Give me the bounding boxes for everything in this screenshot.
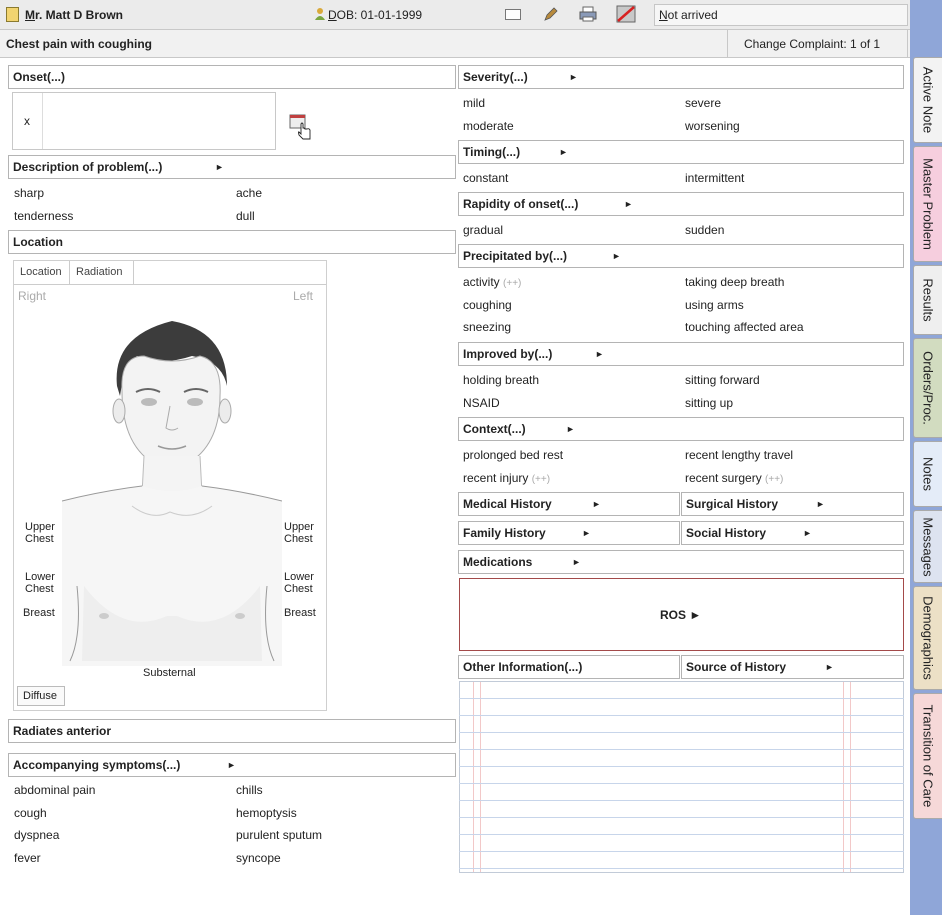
- change-complaint-button[interactable]: Change Complaint: 1 of 1: [727, 30, 908, 57]
- improved-header[interactable]: Improved by(...) ►: [458, 342, 904, 366]
- upper-chest-left-label[interactable]: Upper Chest: [284, 521, 314, 545]
- context-item[interactable]: recent surgery (++): [685, 471, 783, 485]
- symptom-item[interactable]: dyspnea: [14, 828, 59, 842]
- tab-demographics[interactable]: Demographics: [913, 586, 942, 690]
- context-item[interactable]: recent lengthy travel: [685, 448, 793, 462]
- person-icon: [314, 7, 326, 21]
- ros-button[interactable]: ROS ►: [459, 578, 904, 651]
- symptom-item[interactable]: hemoptysis: [236, 806, 297, 820]
- edit-pencil-icon[interactable]: [543, 6, 559, 22]
- print-icon[interactable]: [579, 6, 597, 22]
- precipitated-item[interactable]: using arms: [685, 298, 744, 312]
- timing-header[interactable]: Timing(...) ►: [458, 140, 904, 164]
- patient-name[interactable]: Mr. Matt D Brown: [25, 8, 123, 22]
- precipitated-item[interactable]: coughing: [463, 298, 512, 312]
- precipitated-item[interactable]: sneezing: [463, 320, 511, 334]
- social-history-header[interactable]: Social History ►: [681, 521, 904, 545]
- lower-chest-right-label[interactable]: Lower Chest: [25, 571, 55, 595]
- breast-left-label[interactable]: Breast: [284, 607, 316, 619]
- tab-messages[interactable]: Messages: [913, 510, 942, 583]
- tab-orders-proc[interactable]: Orders/Proc.: [913, 338, 942, 438]
- context-item[interactable]: recent injury (++): [463, 471, 550, 485]
- family-history-header[interactable]: Family History ►: [458, 521, 680, 545]
- complaint-title: Chest pain with coughing: [6, 37, 152, 51]
- location-panel: Location Radiation Right Left Upper Ches…: [13, 260, 327, 711]
- complaint-bar: Chest pain with coughing Change Complain…: [0, 30, 910, 58]
- precipitated-item[interactable]: taking deep breath: [685, 275, 784, 289]
- onset-header[interactable]: Onset(...): [8, 65, 456, 89]
- description-item[interactable]: sharp: [14, 186, 44, 200]
- timing-item[interactable]: constant: [463, 171, 508, 185]
- severity-item[interactable]: severe: [685, 96, 721, 110]
- tab-empty: [134, 261, 326, 285]
- no-status-icon[interactable]: [616, 5, 636, 23]
- symptom-item[interactable]: cough: [14, 806, 47, 820]
- card-icon[interactable]: [505, 9, 521, 20]
- left-side-label: Left: [293, 289, 314, 303]
- ros-label: ROS ►: [660, 608, 702, 622]
- medications-header[interactable]: Medications ►: [458, 550, 904, 574]
- symptom-item[interactable]: syncope: [236, 851, 281, 865]
- patient-chart-icon[interactable]: [6, 7, 19, 22]
- location-header[interactable]: Location: [8, 230, 456, 254]
- tab-transition-of-care[interactable]: Transition of Care: [913, 693, 942, 819]
- symptom-item[interactable]: purulent sputum: [236, 828, 322, 842]
- improved-item[interactable]: sitting up: [685, 396, 733, 410]
- symptom-item[interactable]: chills: [236, 783, 263, 797]
- symptom-item[interactable]: fever: [14, 851, 41, 865]
- improved-item[interactable]: holding breath: [463, 373, 539, 387]
- precipitated-item[interactable]: activity (++): [463, 275, 521, 289]
- precipitated-header[interactable]: Precipitated by(...) ►: [458, 244, 904, 268]
- improved-item[interactable]: sitting forward: [685, 373, 760, 387]
- medical-history-header[interactable]: Medical History ►: [458, 492, 680, 516]
- onset-value-cell: x: [13, 93, 43, 149]
- onset-input[interactable]: x: [12, 92, 276, 150]
- description-item[interactable]: dull: [236, 209, 255, 223]
- visit-status-field[interactable]: Not arrived: [654, 4, 908, 26]
- body-torso-figure[interactable]: [62, 316, 282, 666]
- precipitated-item[interactable]: touching affected area: [685, 320, 804, 334]
- severity-item[interactable]: worsening: [685, 119, 740, 133]
- patient-dob: DOB: 01-01-1999: [328, 8, 423, 22]
- tab-notes[interactable]: Notes: [913, 441, 942, 507]
- rapidity-item[interactable]: gradual: [463, 223, 503, 237]
- improved-item[interactable]: NSAID: [463, 396, 500, 410]
- surgical-history-header[interactable]: Surgical History ►: [681, 492, 904, 516]
- diffuse-button[interactable]: Diffuse: [17, 686, 65, 706]
- tab-location[interactable]: Location: [14, 261, 70, 285]
- tab-master-problem[interactable]: Master Problem: [913, 146, 942, 262]
- severity-item[interactable]: mild: [463, 96, 485, 110]
- description-header[interactable]: Description of problem(...) ►: [8, 155, 456, 179]
- breast-right-label[interactable]: Breast: [23, 607, 55, 619]
- severity-item[interactable]: moderate: [463, 119, 514, 133]
- description-item[interactable]: ache: [236, 186, 262, 200]
- radiates-anterior-header[interactable]: Radiates anterior: [8, 719, 456, 743]
- rapidity-item[interactable]: sudden: [685, 223, 724, 237]
- tab-results[interactable]: Results: [913, 265, 942, 335]
- timing-item[interactable]: intermittent: [685, 171, 744, 185]
- context-item[interactable]: prolonged bed rest: [463, 448, 563, 462]
- substernal-label[interactable]: Substernal: [143, 667, 196, 679]
- other-information-header[interactable]: Other Information(...): [458, 655, 680, 679]
- right-side-label: Right: [18, 289, 47, 303]
- severity-header[interactable]: Severity(...) ►: [458, 65, 904, 89]
- calendar-icon[interactable]: [289, 114, 313, 140]
- upper-chest-right-label[interactable]: Upper Chest: [25, 521, 55, 545]
- tab-radiation[interactable]: Radiation: [70, 261, 134, 285]
- description-item[interactable]: tenderness: [14, 209, 73, 223]
- tab-active-note[interactable]: Active Note: [913, 57, 942, 143]
- context-header[interactable]: Context(...) ►: [458, 417, 904, 441]
- lower-chest-left-label[interactable]: Lower Chest: [284, 571, 314, 595]
- symptom-item[interactable]: abdominal pain: [14, 783, 95, 797]
- source-of-history-header[interactable]: Source of History ►: [681, 655, 904, 679]
- patient-header-bar: Mr. Matt D Brown DOB: 01-01-1999 Not arr…: [0, 0, 910, 30]
- accompanying-symptoms-header[interactable]: Accompanying symptoms(...) ►: [8, 753, 456, 777]
- rapidity-header[interactable]: Rapidity of onset(...) ►: [458, 192, 904, 216]
